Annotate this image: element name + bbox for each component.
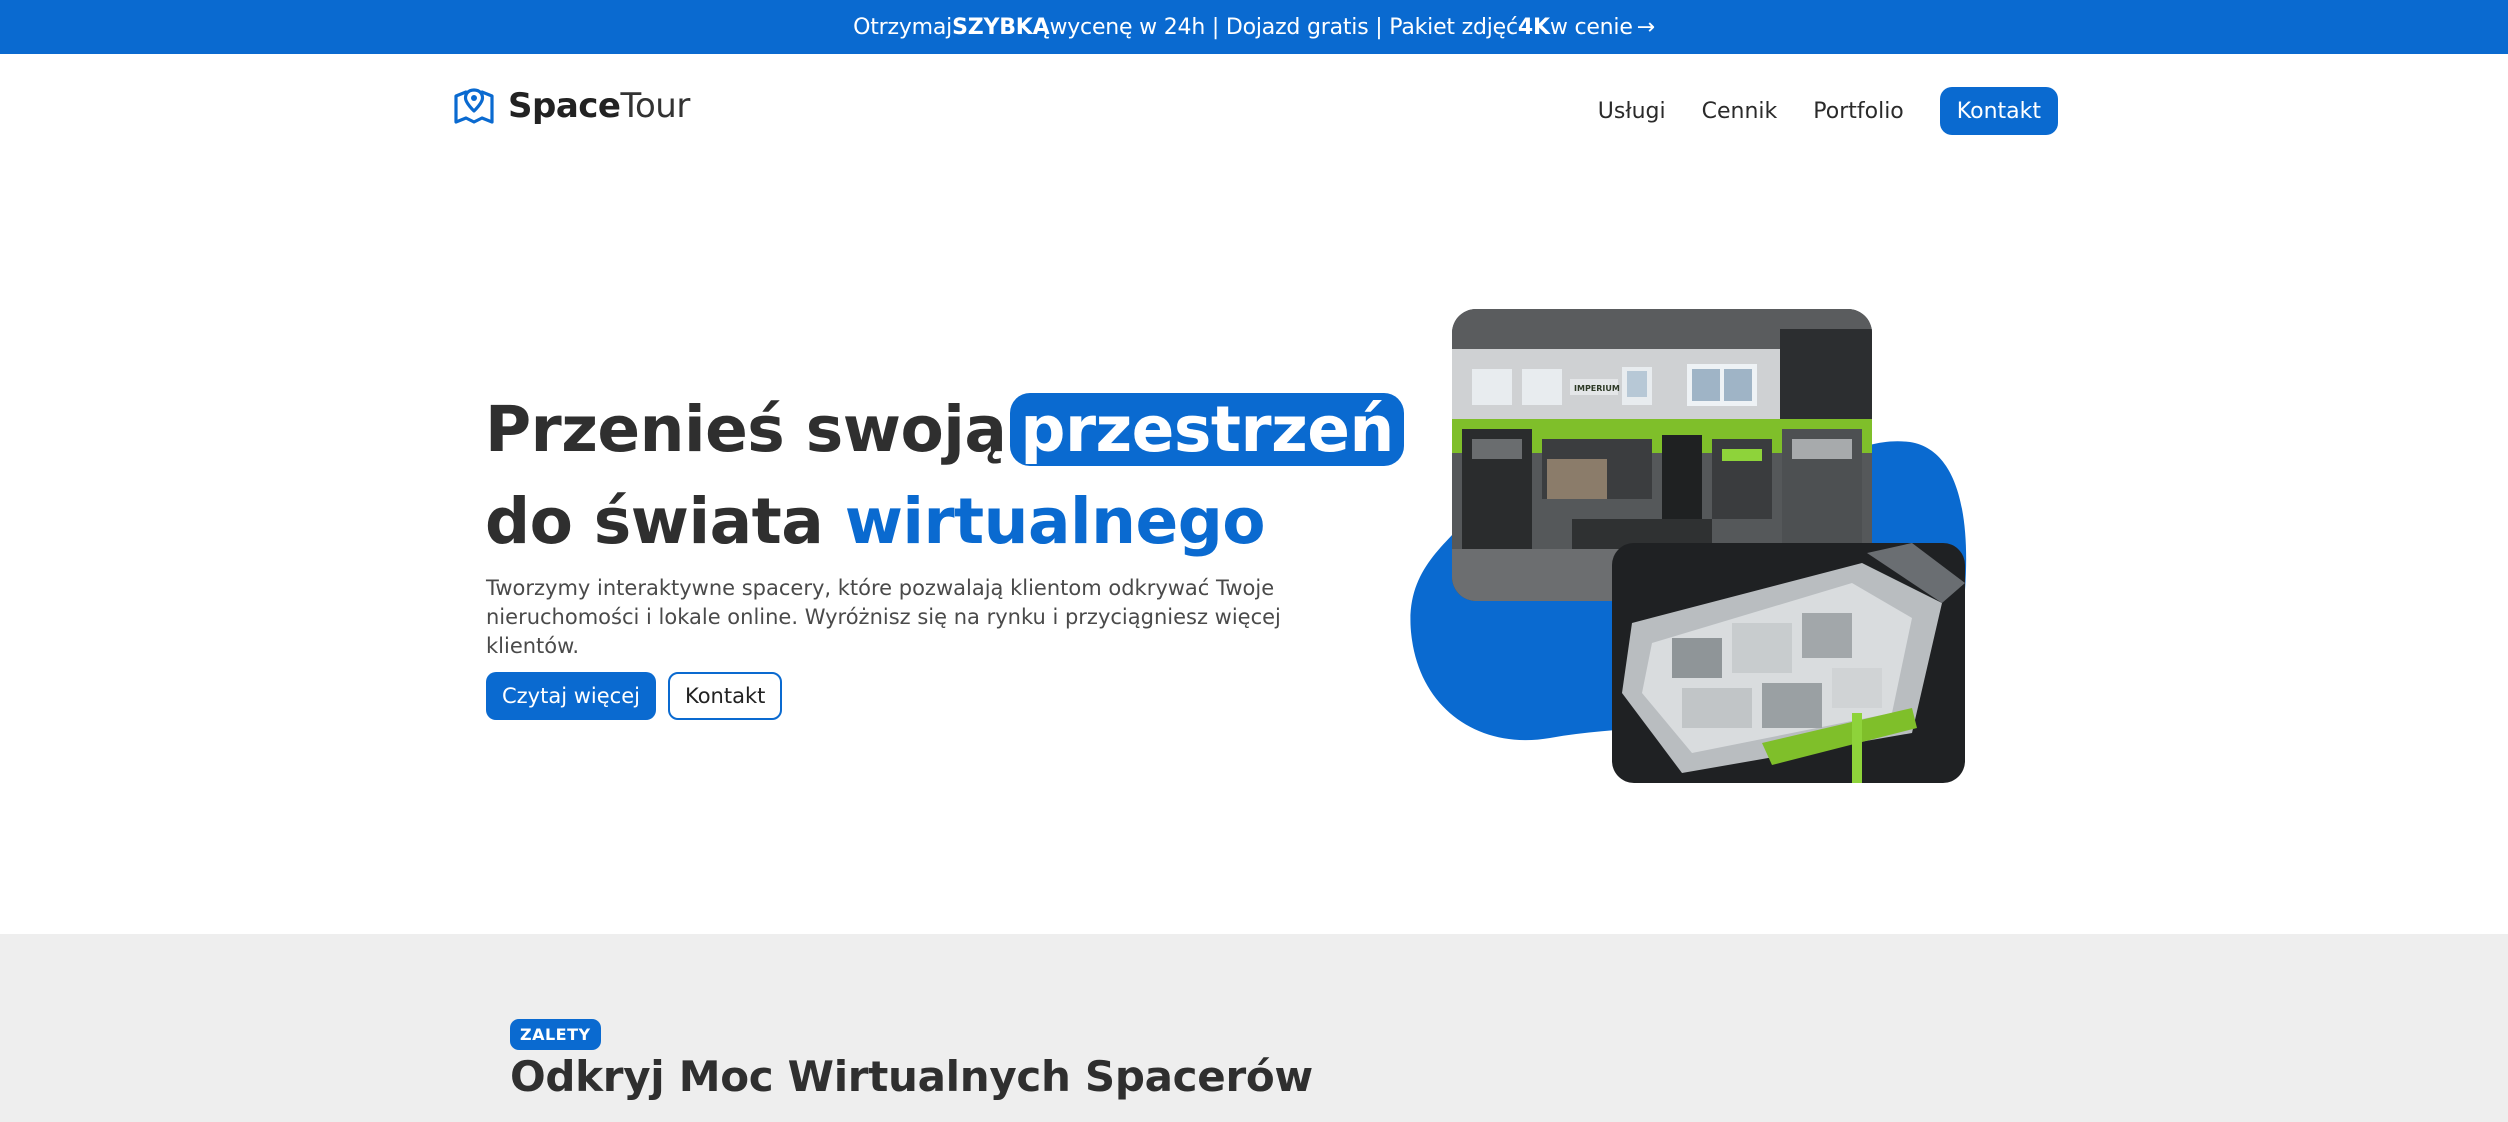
- nav-item-uslugi[interactable]: Usługi: [1598, 99, 1666, 124]
- hero-illustration: IMPERIUM: [1400, 300, 2000, 800]
- brand-name: SpaceTour: [508, 86, 690, 126]
- hero-description: Tworzymy interaktywne spacery, które poz…: [486, 576, 1281, 658]
- announcement-bar[interactable]: Otrzymaj SZYBKĄ wycenę w 24h | Dojazd gr…: [0, 0, 2508, 54]
- nav-item-cennik[interactable]: Cennik: [1702, 99, 1778, 124]
- brand-name-bold: Space: [508, 86, 621, 126]
- hero-title: Przenieś swoją przestrzeń do świata wirtu…: [485, 384, 1404, 568]
- features-section: ZALETY Odkryj Moc Wirtualnych Spacerów: [0, 934, 2508, 1122]
- hero-title-line-2: do świata wirtualnego: [485, 476, 1404, 568]
- features-badge: ZALETY: [510, 1019, 601, 1050]
- main-nav: Usługi Cennik Portfolio Kontakt: [1562, 87, 2058, 135]
- hero-title-blue-word: wirtualnego: [844, 485, 1266, 558]
- arrow-right-icon: →: [1636, 14, 1655, 40]
- gym-sign-text: IMPERIUM: [1574, 384, 1620, 393]
- hero-title-line-1: Przenieś swoją przestrzeń: [485, 384, 1404, 476]
- hero-title-highlight: przestrzeń: [1010, 393, 1404, 466]
- hero-title-text-2: do świata: [485, 485, 845, 558]
- announcement-text-3: w cenie: [1549, 14, 1633, 40]
- hero-title-text-1: Przenieś swoją: [485, 393, 1007, 466]
- announcement-text-2: wycenę w 24h | Dojazd gratis | Pakiet zd…: [1049, 14, 1518, 40]
- map-pin-icon: [454, 88, 494, 124]
- announcement-text-1: Otrzymaj: [853, 14, 953, 40]
- announcement-bold-2: 4K: [1517, 14, 1550, 40]
- nav-item-portfolio[interactable]: Portfolio: [1813, 99, 1904, 124]
- navbar: SpaceTour Usługi Cennik Portfolio Kontak…: [0, 54, 2508, 166]
- read-more-button[interactable]: Czytaj więcej: [486, 672, 656, 720]
- features-title: Odkryj Moc Wirtualnych Spacerów: [510, 1052, 1313, 1101]
- brand-name-light: Tour: [620, 86, 690, 126]
- logo[interactable]: SpaceTour: [452, 84, 690, 128]
- hero-contact-button[interactable]: Kontakt: [667, 672, 783, 720]
- nav-contact-button[interactable]: Kontakt: [1939, 87, 2058, 135]
- hero-buttons: Czytaj więcej Kontakt: [486, 672, 783, 720]
- floorplan-photo: [1612, 543, 1965, 783]
- announcement-bold-1: SZYBKĄ: [952, 14, 1050, 40]
